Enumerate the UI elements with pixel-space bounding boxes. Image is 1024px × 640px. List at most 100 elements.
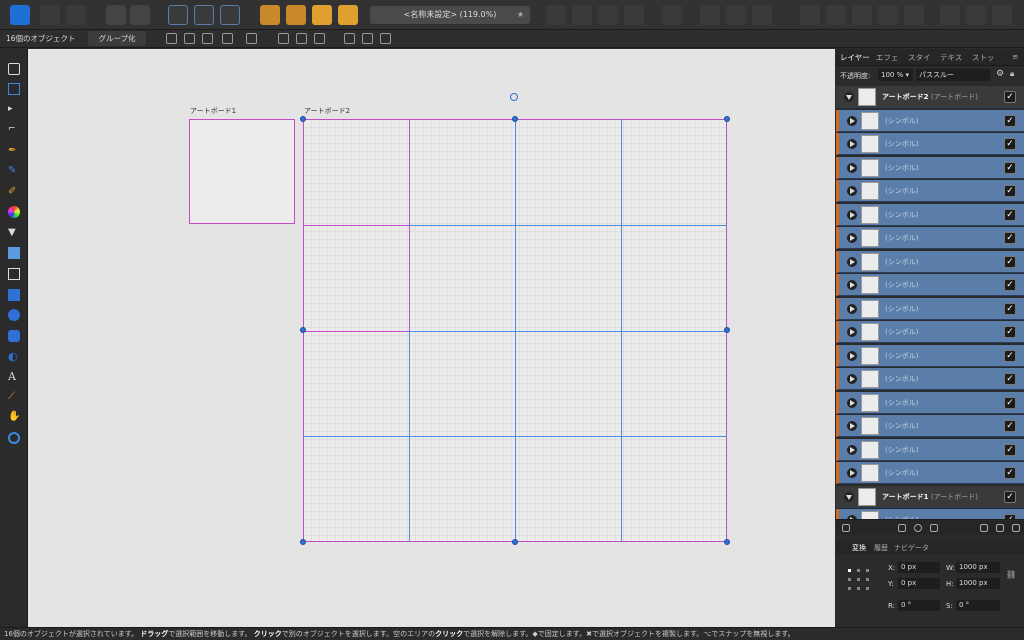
expand-icon[interactable] <box>847 468 857 478</box>
layer-artboard[interactable]: アートボード2 (アートボード) ✓ <box>836 86 1024 108</box>
expand-icon[interactable] <box>847 327 857 337</box>
align-center-icon[interactable] <box>296 33 307 44</box>
transform-icon[interactable] <box>220 5 240 25</box>
show-bounds-icon[interactable] <box>184 33 195 44</box>
lock-icon[interactable]: 🔒︎ <box>1010 69 1014 79</box>
r-field[interactable]: 0 ° <box>898 600 940 611</box>
visibility-checkbox[interactable]: ✓ <box>1004 232 1016 244</box>
visibility-checkbox[interactable]: ✓ <box>1004 279 1016 291</box>
star-icon[interactable]: ★ <box>517 6 524 24</box>
arrange-forward-icon[interactable] <box>312 5 332 25</box>
layer-symbol[interactable]: (シンボル) ✓ <box>836 180 1024 202</box>
magnet-icon[interactable] <box>752 5 772 25</box>
rounded-rect-tool-icon[interactable] <box>8 330 20 342</box>
adjustment-icon[interactable] <box>914 524 922 532</box>
fx-icon[interactable] <box>930 524 938 532</box>
expand-icon[interactable] <box>847 303 857 314</box>
corner-tool-icon[interactable]: ⌐ <box>8 124 20 136</box>
align-right-icon[interactable] <box>314 33 325 44</box>
export-persona-icon[interactable] <box>66 5 86 25</box>
tab-effects[interactable]: エフェ <box>876 52 899 63</box>
boolean-add-icon[interactable] <box>800 5 820 25</box>
visibility-checkbox[interactable]: ✓ <box>1004 114 1016 127</box>
gear-icon[interactable]: ⚙ <box>996 69 1004 79</box>
transform-origin-icon[interactable] <box>166 33 177 44</box>
expand-icon[interactable] <box>847 280 857 290</box>
expand-icon[interactable] <box>847 444 857 455</box>
rectangle-tool-icon[interactable] <box>8 289 20 301</box>
color-picker-icon[interactable]: ⟋ <box>8 391 20 403</box>
text-tool-icon[interactable]: A <box>8 370 20 383</box>
flip-selection-icon[interactable] <box>246 33 257 44</box>
visibility-checkbox[interactable]: ✓ <box>1004 185 1016 197</box>
anchor-point[interactable] <box>848 569 851 572</box>
handle-top-right[interactable] <box>724 116 730 122</box>
handle-middle-left[interactable] <box>300 327 306 333</box>
handle-top-center[interactable] <box>512 116 518 122</box>
tab-transform[interactable]: 変換 <box>852 543 866 553</box>
arrange-backward-icon[interactable] <box>286 5 306 25</box>
expand-icon[interactable] <box>847 350 857 361</box>
visibility-checkbox[interactable]: ✓ <box>1004 349 1016 362</box>
anchor-point[interactable] <box>857 569 860 572</box>
anchor-point[interactable] <box>848 578 851 581</box>
ellipse-tool-icon[interactable] <box>8 309 20 321</box>
snap-grid-icon[interactable] <box>726 5 746 25</box>
blend-mode-select[interactable]: パススルー <box>916 69 990 81</box>
boolean-xor-icon[interactable] <box>878 5 898 25</box>
hand-tool-icon[interactable]: ✋ <box>8 411 20 423</box>
x-field[interactable]: 0 px <box>898 562 940 573</box>
expand-icon[interactable] <box>847 256 857 267</box>
tab-navigator[interactable]: ナビゲータ <box>894 543 929 553</box>
align-middle-icon[interactable] <box>362 33 373 44</box>
artboard1[interactable] <box>189 119 295 224</box>
assistant-icon[interactable] <box>106 5 126 25</box>
layer-symbol[interactable]: (シンボル) ✓ <box>836 321 1024 343</box>
add-layer-icon[interactable] <box>980 524 988 532</box>
tab-text-styles[interactable]: テキス <box>940 52 962 63</box>
expand-icon[interactable] <box>847 139 857 149</box>
layer-symbol[interactable]: (シンボル) ✓ <box>836 462 1024 484</box>
layer-symbol[interactable]: (シンボル) ✓ <box>836 415 1024 437</box>
handle-top-left[interactable] <box>300 116 306 122</box>
copy-icon[interactable] <box>222 33 233 44</box>
trash-icon[interactable] <box>1012 524 1020 532</box>
crop-tool-icon[interactable] <box>8 268 20 280</box>
pixel-persona-icon[interactable] <box>40 5 60 25</box>
y-field[interactable]: 0 px <box>898 578 940 589</box>
transparency-tool-icon[interactable]: ▼ <box>8 227 20 239</box>
align-left-icon[interactable] <box>278 33 289 44</box>
layer-symbol[interactable]: (シンボル) ✓ <box>836 109 1024 132</box>
w-field[interactable]: 1000 px <box>956 562 1000 573</box>
layers-stack-icon[interactable] <box>842 524 850 532</box>
layer-symbol[interactable]: (シンボル) ✓ <box>836 156 1024 179</box>
tab-history[interactable]: 履歴 <box>874 543 888 553</box>
align-bottom-icon[interactable] <box>380 33 391 44</box>
move-tool-icon[interactable] <box>8 63 20 75</box>
layer-symbol[interactable]: (シンボル) ✓ <box>836 274 1024 296</box>
expand-icon[interactable] <box>844 491 854 502</box>
s-field[interactable]: 0 ° <box>956 600 1000 611</box>
opacity-field[interactable]: 100 % ▾ <box>878 69 913 81</box>
arrange-front-icon[interactable] <box>338 5 358 25</box>
anchor-point[interactable] <box>857 587 860 590</box>
boolean-divide-icon[interactable] <box>904 5 924 25</box>
designer-persona-icon[interactable] <box>10 5 30 25</box>
visibility-checkbox[interactable]: ✓ <box>1004 91 1016 103</box>
flip-horizontal-icon[interactable] <box>546 5 566 25</box>
align-top-icon[interactable] <box>344 33 355 44</box>
panel-menu-icon[interactable]: ≡ <box>1012 52 1018 61</box>
pencil-tool-icon[interactable]: ✎ <box>8 165 20 177</box>
anchor-point[interactable] <box>866 569 869 572</box>
visibility-checkbox[interactable]: ✓ <box>1004 420 1016 432</box>
layer-symbol[interactable]: (シンボル) ✓ <box>836 297 1024 320</box>
expand-icon[interactable] <box>844 92 854 102</box>
visibility-checkbox[interactable]: ✓ <box>1004 208 1016 221</box>
rotate-right-icon[interactable] <box>624 5 644 25</box>
expand-icon[interactable] <box>847 209 857 220</box>
h-field[interactable]: 1000 px <box>956 578 1000 589</box>
visibility-checkbox[interactable]: ✓ <box>1004 373 1016 385</box>
expand-icon[interactable] <box>847 162 857 173</box>
visibility-checkbox[interactable]: ✓ <box>1004 302 1016 315</box>
zoom-tool-icon[interactable] <box>8 432 20 444</box>
